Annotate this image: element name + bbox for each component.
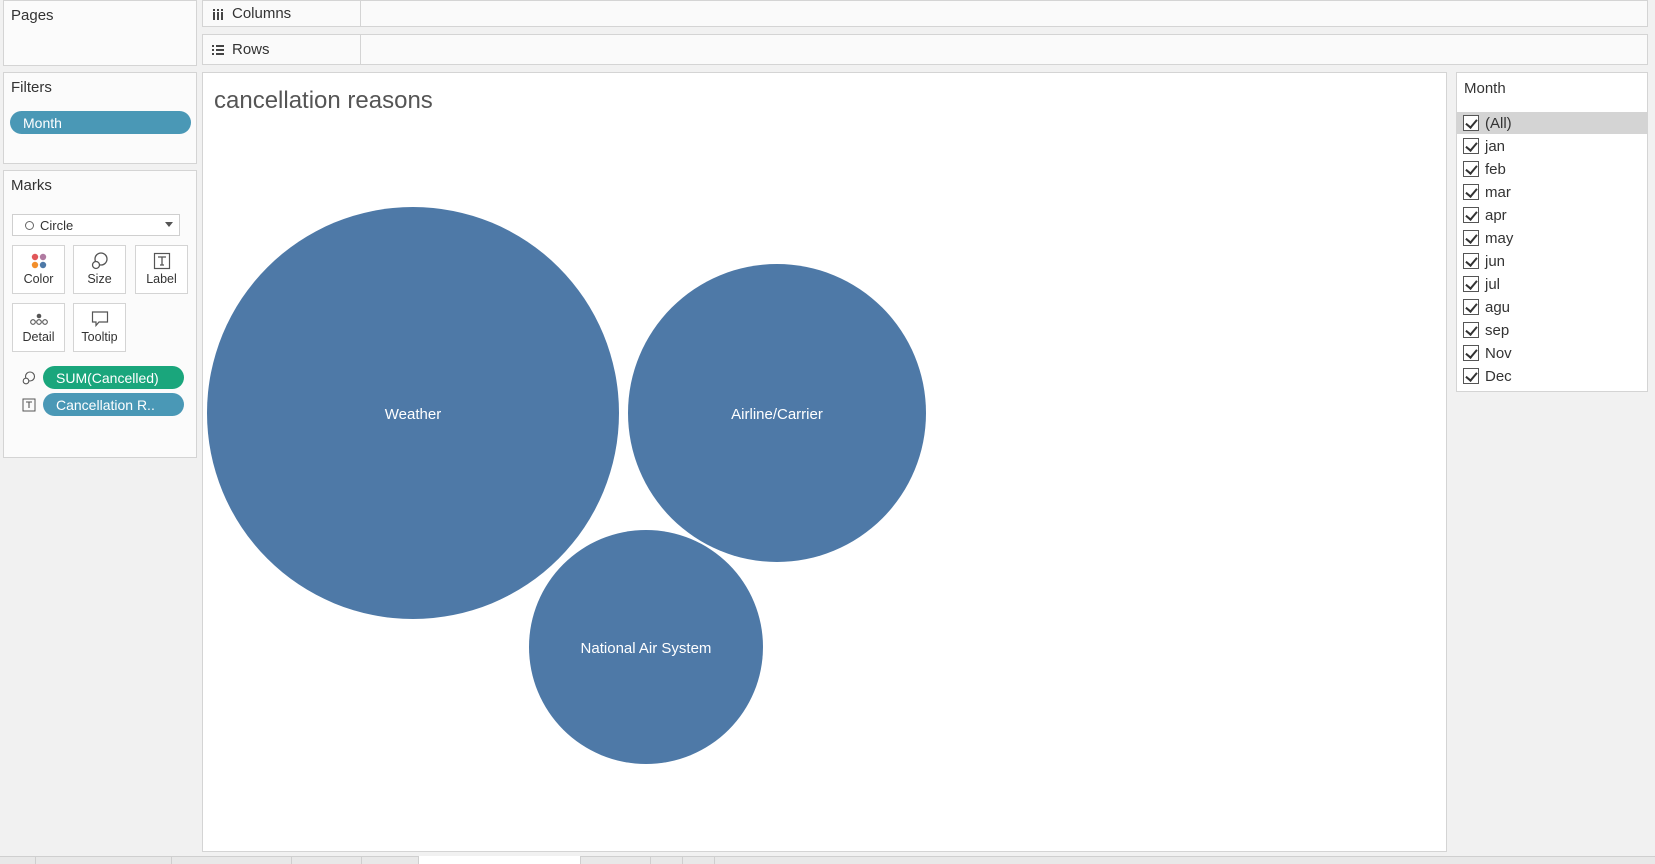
- color-button-label: Color: [23, 272, 54, 286]
- month-item-jan[interactable]: jan: [1457, 135, 1647, 157]
- checkbox-checked-icon[interactable]: [1463, 276, 1479, 292]
- columns-label: Columns: [232, 5, 292, 22]
- sheet-tab[interactable]: [291, 856, 361, 864]
- month-item-label: may: [1485, 229, 1514, 247]
- marks-panel: Marks Circle Color Size Label Detail Too…: [3, 170, 197, 458]
- tooltip-button-label: Tooltip: [81, 330, 118, 344]
- marks-title: Marks: [11, 177, 52, 194]
- detail-button-label: Detail: [22, 330, 55, 344]
- bubble-national-air-system-label: National Air System: [581, 640, 712, 657]
- month-item-label: (All): [1485, 114, 1512, 132]
- columns-shelf[interactable]: Columns: [202, 0, 1648, 27]
- bubble-weather[interactable]: Weather: [207, 207, 619, 619]
- bubble-airline-carrier[interactable]: Airline/Carrier: [628, 264, 926, 562]
- sheet-tab-active[interactable]: [418, 856, 580, 864]
- month-item-label: sep: [1485, 321, 1510, 339]
- mark-type-dropdown[interactable]: Circle: [12, 214, 180, 236]
- checkbox-checked-icon[interactable]: [1463, 161, 1479, 177]
- rows-shelf[interactable]: Rows: [202, 34, 1648, 65]
- checkbox-checked-icon[interactable]: [1463, 345, 1479, 361]
- mark-type-label: Circle: [40, 217, 74, 233]
- bubble-airline-carrier-label: Airline/Carrier: [731, 406, 823, 423]
- sheet-tab[interactable]: [171, 856, 291, 864]
- columns-icon: [213, 8, 223, 20]
- checkbox-checked-icon[interactable]: [1463, 207, 1479, 223]
- bubble-national-air-system[interactable]: National Air System: [529, 530, 763, 764]
- checkbox-checked-icon[interactable]: [1463, 138, 1479, 154]
- month-item-agu[interactable]: agu: [1457, 296, 1647, 318]
- sheet-tab[interactable]: [650, 856, 682, 864]
- bubble-chart: Weather Airline/Carrier National Air Sys…: [207, 207, 926, 764]
- detail-button[interactable]: Detail: [12, 303, 65, 352]
- tooltip-icon: [91, 311, 108, 328]
- month-item-may[interactable]: may: [1457, 227, 1647, 249]
- filters-title: Filters: [11, 79, 52, 96]
- month-item-mar[interactable]: mar: [1457, 181, 1647, 203]
- month-item-jun[interactable]: jun: [1457, 250, 1647, 272]
- bubble-weather-label: Weather: [385, 406, 441, 423]
- month-item-label: jan: [1485, 137, 1506, 155]
- month-item-apr[interactable]: apr: [1457, 204, 1647, 226]
- month-item-label: Nov: [1485, 344, 1512, 362]
- month-item-label: Dec: [1485, 367, 1512, 385]
- month-item-label: mar: [1485, 183, 1511, 201]
- rows-label: Rows: [232, 41, 270, 58]
- size-icon: [91, 252, 108, 270]
- month-filter-title: Month: [1464, 80, 1506, 97]
- month-filter-card: Month (All) jan feb mar apr may jun jul …: [1456, 72, 1648, 392]
- checkbox-checked-icon[interactable]: [1463, 368, 1479, 384]
- color-icon: [31, 253, 46, 269]
- detail-icon: [29, 313, 48, 325]
- circle-icon: [25, 220, 34, 230]
- rows-shelf-label: Rows: [203, 35, 361, 64]
- chevron-down-icon: [165, 222, 173, 227]
- month-item-label: feb: [1485, 160, 1506, 178]
- month-item-sep[interactable]: sep: [1457, 319, 1647, 341]
- month-item-dec[interactable]: Dec: [1457, 365, 1647, 387]
- month-filter-pill[interactable]: Month: [10, 111, 191, 134]
- month-item-label: jun: [1485, 252, 1506, 270]
- month-item-nov[interactable]: Nov: [1457, 342, 1647, 364]
- month-item-label: agu: [1485, 298, 1511, 316]
- checkbox-checked-icon[interactable]: [1463, 253, 1479, 269]
- label-field-pill[interactable]: Cancellation R..: [43, 393, 184, 416]
- pages-panel: Pages: [3, 0, 197, 66]
- columns-shelf-label: Columns: [203, 1, 361, 26]
- month-item-jul[interactable]: jul: [1457, 273, 1647, 295]
- label-encoding-icon: [22, 398, 36, 412]
- size-encoding-icon: [22, 371, 36, 385]
- rows-icon: [212, 44, 224, 55]
- checkbox-checked-icon[interactable]: [1463, 230, 1479, 246]
- tooltip-button[interactable]: Tooltip: [73, 303, 126, 352]
- size-button[interactable]: Size: [73, 245, 126, 294]
- checkbox-checked-icon[interactable]: [1463, 184, 1479, 200]
- month-item-label: apr: [1485, 206, 1507, 224]
- filters-panel: Filters Month: [3, 72, 197, 164]
- size-button-label: Size: [87, 272, 112, 286]
- sheet-tab[interactable]: [580, 856, 650, 864]
- sheet-tab[interactable]: [35, 856, 171, 864]
- color-button[interactable]: Color: [12, 245, 65, 294]
- label-button[interactable]: Label: [135, 245, 188, 294]
- month-item-label: jul: [1485, 275, 1501, 293]
- checkbox-checked-icon[interactable]: [1463, 299, 1479, 315]
- sheet-tab[interactable]: [714, 856, 746, 864]
- checkbox-checked-icon[interactable]: [1463, 115, 1479, 131]
- viz-canvas: cancellation reasons Weather Airline/Car…: [202, 72, 1447, 852]
- label-button-label: Label: [146, 272, 177, 286]
- checkbox-checked-icon[interactable]: [1463, 322, 1479, 338]
- label-icon: [153, 252, 170, 270]
- month-item-feb[interactable]: feb: [1457, 158, 1647, 180]
- size-field-pill[interactable]: SUM(Cancelled): [43, 366, 184, 389]
- month-item-all[interactable]: (All): [1457, 112, 1647, 134]
- sheet-tab[interactable]: [682, 856, 714, 864]
- pages-title: Pages: [11, 7, 54, 24]
- sheet-tab[interactable]: [361, 856, 418, 864]
